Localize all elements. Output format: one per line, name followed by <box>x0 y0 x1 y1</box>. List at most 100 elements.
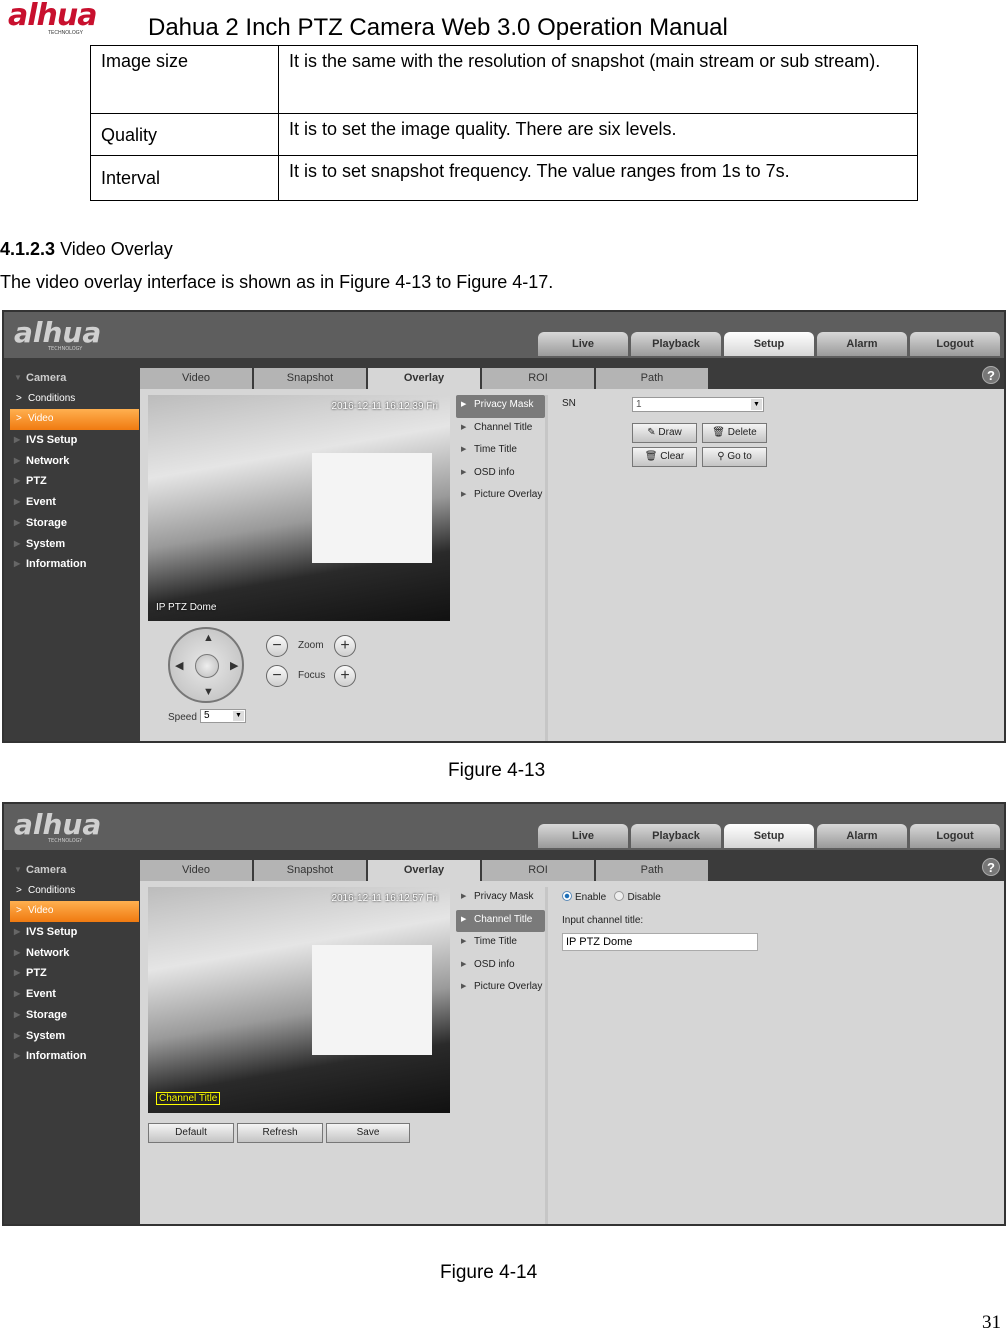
nav-playback[interactable]: Playback <box>631 332 721 356</box>
submenu-channel-title[interactable]: ▶ Channel Title <box>456 418 545 441</box>
tab-snapshot[interactable]: Snapshot <box>254 860 366 881</box>
param-name: Image size <box>90 45 279 114</box>
help-icon[interactable]: ? <box>982 366 1000 384</box>
ptz-direction-pad[interactable]: ▲ ▼ ◀ ▶ <box>168 627 244 703</box>
video-preview: 2016-12-11 16:12:57 Fri Channel Title <box>148 887 450 1113</box>
nav-setup[interactable]: Setup <box>724 332 814 356</box>
figure-caption: Figure 4-14 <box>440 1262 538 1283</box>
sn-select[interactable]: 1 ▼ <box>632 397 764 412</box>
zoom-out-button[interactable]: − <box>266 635 288 657</box>
video-scene <box>312 945 432 1055</box>
focus-out-button[interactable]: − <box>266 665 288 687</box>
sidebar-item-storage[interactable]: ▶ Storage <box>4 513 140 534</box>
goto-button[interactable]: ⚲ Go to <box>702 447 767 467</box>
nav-live[interactable]: Live <box>538 824 628 848</box>
tab-path[interactable]: Path <box>596 368 708 389</box>
refresh-button[interactable]: Refresh <box>237 1123 323 1143</box>
ptz-center-button[interactable] <box>195 654 219 678</box>
save-button[interactable]: Save <box>326 1123 410 1143</box>
nav-logout[interactable]: Logout <box>910 824 1000 848</box>
nav-alarm[interactable]: Alarm <box>817 824 907 848</box>
figure-caption: Figure 4-13 <box>448 760 546 781</box>
collapsed-arrow-icon: ▶ <box>14 927 21 937</box>
tab-overlay[interactable]: Overlay <box>368 368 480 389</box>
sidebar-item-system[interactable]: ▶ System <box>4 534 140 555</box>
sidebar-item-camera[interactable]: ▼ Camera <box>4 368 140 389</box>
sidebar-item-information[interactable]: ▶ Information <box>4 1046 140 1067</box>
submenu-picture-overlay[interactable]: ▶ Picture Overlay <box>456 485 545 508</box>
sidebar-item-camera[interactable]: ▼ Camera <box>4 860 140 881</box>
zoom-in-button[interactable]: + <box>334 635 356 657</box>
param-description: It is to set the image quality. There ar… <box>278 113 918 156</box>
tab-path[interactable]: Path <box>596 860 708 881</box>
section-title: Video Overlay <box>60 239 173 259</box>
video-channel-title: IP PTZ Dome <box>156 602 217 613</box>
tab-roi[interactable]: ROI <box>482 860 594 881</box>
sidebar-item-storage[interactable]: ▶ Storage <box>4 1005 140 1026</box>
nav-setup[interactable]: Setup <box>724 824 814 848</box>
sidebar-item-network[interactable]: ▶ Network <box>4 943 140 964</box>
sidebar-item-video[interactable]: > Video <box>10 409 139 431</box>
tab-snapshot[interactable]: Snapshot <box>254 368 366 389</box>
disable-radio[interactable] <box>614 891 625 901</box>
nav-playback[interactable]: Playback <box>631 824 721 848</box>
content-area: Video Snapshot Overlay ROI Path ? 2016-1… <box>140 850 1004 1224</box>
sidebar-item-conditions[interactable]: > Conditions <box>4 881 140 902</box>
tab-overlay[interactable]: Overlay <box>368 860 480 881</box>
submenu-time-title[interactable]: ▶ Time Title <box>456 932 545 955</box>
nav-live[interactable]: Live <box>538 332 628 356</box>
collapsed-arrow-icon: ▶ <box>14 968 21 978</box>
section-heading: 4.1.2.3 Video Overlay <box>0 239 173 260</box>
submenu-time-title[interactable]: ▶ Time Title <box>456 440 545 463</box>
collapsed-arrow-icon: ▶ <box>14 1009 21 1019</box>
enable-radio-group: Enable Disable <box>562 891 661 903</box>
sidebar-item-event[interactable]: ▶ Event <box>4 984 140 1005</box>
logo-subtext: TECHNOLOGY <box>48 30 84 36</box>
clear-button[interactable]: 🗑 Clear <box>632 447 697 467</box>
overlay-panel: 2016-12-11 16:12:57 Fri Channel Title De… <box>140 881 1004 1224</box>
sidebar-item-ptz[interactable]: ▶ PTZ <box>4 471 140 492</box>
submenu-osd-info[interactable]: ▶ OSD info <box>456 463 545 486</box>
sidebar-item-network[interactable]: ▶ Network <box>4 451 140 472</box>
arrow-up-icon[interactable]: ▲ <box>203 632 214 644</box>
sidebar-item-event[interactable]: ▶ Event <box>4 492 140 513</box>
speed-select[interactable]: 5 ▼ <box>200 709 246 723</box>
arrow-left-icon[interactable]: ◀ <box>175 659 183 672</box>
focus-in-button[interactable]: + <box>334 665 356 687</box>
tab-video[interactable]: Video <box>140 860 252 881</box>
chevron-down-icon: ▼ <box>233 711 244 721</box>
submenu-channel-title[interactable]: ▶ Channel Title <box>456 909 545 932</box>
submenu-privacy-mask[interactable]: ▶ Privacy Mask <box>456 395 545 418</box>
arrow-right-icon[interactable]: ▶ <box>230 659 238 672</box>
draw-button[interactable]: ✎ Draw <box>632 423 697 443</box>
submenu-privacy-mask[interactable]: ▶ Privacy Mask <box>456 887 545 910</box>
sidebar-item-information[interactable]: ▶ Information <box>4 554 140 575</box>
chevron-right-icon: > <box>16 884 22 896</box>
sidebar: ▼ Camera > Conditions > Video ▶ IVS Setup ▶ N… <box>4 850 140 1224</box>
submenu-osd-info[interactable]: ▶ OSD info <box>456 955 545 978</box>
channel-title-input[interactable] <box>562 933 758 951</box>
sidebar-item-ivs-setup[interactable]: ▶ IVS Setup <box>4 922 140 943</box>
expanded-arrow-icon: ▼ <box>14 373 22 382</box>
sidebar-item-conditions[interactable]: > Conditions <box>4 389 140 410</box>
enable-radio[interactable] <box>562 891 572 901</box>
video-preview: 2016-12-11 16:12:39 Fri IP PTZ Dome <box>148 395 450 621</box>
tab-video[interactable]: Video <box>140 368 252 389</box>
tab-roi[interactable]: ROI <box>482 368 594 389</box>
help-icon[interactable]: ? <box>982 858 1000 876</box>
nav-alarm[interactable]: Alarm <box>817 332 907 356</box>
sidebar-item-ptz[interactable]: ▶ PTZ <box>4 963 140 984</box>
nav-logout[interactable]: Logout <box>910 332 1000 356</box>
channel-title-form: Enable Disable Input channel title: <box>560 887 1004 1224</box>
main-nav: Live Playback Setup Alarm Logout <box>538 824 1000 848</box>
delete-button[interactable]: 🗑 Delete <box>702 423 767 443</box>
chevron-right-icon: > <box>16 413 22 425</box>
sidebar-item-video[interactable]: > Video <box>10 901 139 923</box>
sidebar-item-system[interactable]: ▶ System <box>4 1026 140 1047</box>
input-channel-title-label: Input channel title: <box>562 915 644 926</box>
video-channel-title-box[interactable]: Channel Title <box>156 1092 221 1105</box>
arrow-down-icon[interactable]: ▼ <box>203 686 214 698</box>
submenu-picture-overlay[interactable]: ▶ Picture Overlay <box>456 977 545 1000</box>
default-button[interactable]: Default <box>148 1123 234 1143</box>
sidebar-item-ivs-setup[interactable]: ▶ IVS Setup <box>4 430 140 451</box>
